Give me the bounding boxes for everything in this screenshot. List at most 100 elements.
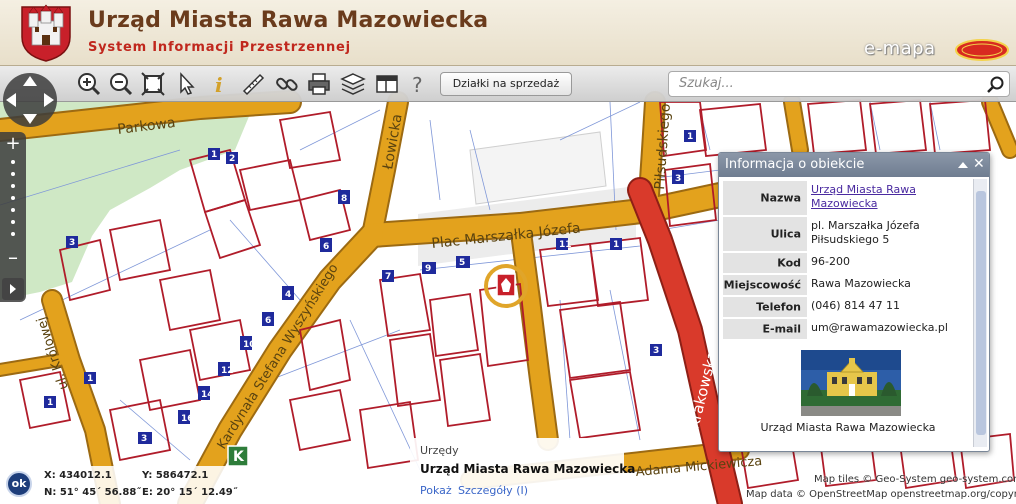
- panel-toggle-button[interactable]: [2, 278, 24, 300]
- svg-text:3: 3: [69, 238, 75, 248]
- info-value: (046) 814 47 11: [811, 299, 901, 312]
- coord-x: X: 434012.1: [44, 470, 112, 481]
- layout-icon[interactable]: [374, 71, 400, 97]
- svg-text:6: 6: [323, 242, 329, 252]
- coord-n: N: 51° 45´ 56.88˝: [44, 487, 142, 498]
- search-input[interactable]: Szukaj...: [679, 76, 734, 91]
- info-row-city: Miejscowość Rawa Mazowiecka: [723, 275, 973, 295]
- svg-text:12: 12: [221, 366, 234, 376]
- object-info-panel: Informacja o obiekcie ✕ Nazwa Urząd Mias…: [718, 152, 990, 452]
- svg-text:9: 9: [425, 264, 431, 274]
- photo-caption: Urząd Miasta Rawa Mazowiecka: [760, 421, 936, 434]
- pan-control[interactable]: [2, 68, 58, 132]
- city-crest-icon: [21, 4, 71, 62]
- zoom-slider[interactable]: + –: [0, 132, 26, 302]
- full-extent-icon[interactable]: [140, 71, 166, 97]
- svg-text:8: 8: [341, 194, 347, 204]
- chevron-right-icon: [10, 284, 16, 294]
- svg-text:14: 14: [201, 390, 214, 400]
- info-row-street: Ulica pl. Marszałka Józefa Piłsudskiego …: [723, 217, 973, 251]
- info-row-postcode: Kod 96-200: [723, 253, 973, 273]
- tooltip-show-link[interactable]: Pokaż: [420, 484, 452, 497]
- info-icon[interactable]: i: [206, 71, 232, 97]
- info-row-phone: Telefon (046) 814 47 11: [723, 297, 973, 317]
- k-marker-label: K: [233, 449, 245, 465]
- svg-text:16: 16: [181, 414, 194, 424]
- select-arrow-icon[interactable]: [174, 71, 200, 97]
- zoom-in-button[interactable]: +: [5, 135, 21, 153]
- svg-text:?: ?: [412, 73, 423, 97]
- map-attribution-tiles: Map tiles © Geo-System geo-system.com.pl: [814, 474, 1016, 485]
- zoom-in-icon[interactable]: [76, 71, 102, 97]
- info-value: um@rawamazowiecka.pl: [811, 321, 948, 334]
- info-panel-header[interactable]: Informacja o obiekcie ✕: [719, 153, 989, 177]
- info-value: pl. Marszałka Józefa Piłsudskiego 5: [811, 219, 920, 246]
- info-value: Rawa Mazowiecka: [811, 277, 911, 290]
- svg-text:1: 1: [87, 374, 93, 384]
- svg-text:7: 7: [385, 272, 391, 282]
- svg-text:3: 3: [141, 434, 147, 444]
- tooltip-category: Urzędy: [420, 444, 459, 457]
- brand-logo: e-mapa: [864, 38, 936, 59]
- help-icon[interactable]: ?: [406, 71, 432, 97]
- tooltip-details-link[interactable]: Szczegóły (I): [458, 484, 528, 497]
- scrollbar-thumb[interactable]: [976, 191, 986, 435]
- layers-icon[interactable]: [340, 71, 366, 97]
- coord-y: Y: 586472.1: [142, 470, 209, 481]
- svg-text:3: 3: [675, 174, 681, 184]
- info-panel-title: Informacja o obiekcie: [725, 157, 865, 172]
- zoom-out-icon[interactable]: [108, 71, 134, 97]
- svg-text:1: 1: [613, 240, 619, 250]
- svg-text:4: 4: [285, 290, 291, 300]
- svg-text:3: 3: [653, 346, 659, 356]
- measure-ruler-icon[interactable]: [240, 71, 266, 97]
- zoom-level-dot[interactable]: [11, 184, 15, 188]
- svg-text:11: 11: [559, 240, 572, 250]
- svg-text:1: 1: [47, 398, 53, 408]
- zoom-level-dot[interactable]: [11, 160, 15, 164]
- svg-text:10: 10: [243, 340, 256, 350]
- info-key: Telefon: [756, 300, 801, 314]
- svg-text:6: 6: [265, 316, 271, 326]
- geo-system-logo-icon: [955, 39, 1009, 61]
- ok-button[interactable]: ok: [6, 471, 32, 497]
- parcels-for-sale-button[interactable]: Działki na sprzedaż: [440, 72, 572, 96]
- zoom-out-button[interactable]: –: [5, 247, 21, 267]
- coord-e: E: 20° 15´ 12.49˝: [142, 487, 238, 498]
- svg-text:2: 2: [229, 154, 235, 164]
- map-attribution-data: Map data © OpenStreetMap openstreetmap.o…: [746, 489, 1016, 500]
- info-row-name: Nazwa Urząd Miasta Rawa Mazowiecka: [723, 181, 973, 215]
- coordinate-readout: ok X: 434012.1 Y: 586472.1 N: 51° 45´ 56…: [0, 466, 238, 504]
- object-tooltip: Urzędy Urząd Miasta Rawa Mazowiecka Poka…: [410, 438, 635, 504]
- map-toolbar: i ? Działki na sprzedaż Szukaj...: [0, 66, 1016, 102]
- info-value-name-link[interactable]: Urząd Miasta Rawa Mazowiecka: [811, 183, 971, 211]
- zoom-level-dot[interactable]: [11, 196, 15, 200]
- print-icon[interactable]: [306, 71, 332, 97]
- info-key: Kod: [777, 256, 801, 270]
- zoom-level-dot[interactable]: [11, 232, 15, 236]
- zoom-level-dot[interactable]: [11, 172, 15, 176]
- search-box[interactable]: Szukaj...: [668, 71, 1010, 97]
- info-key: Miejscowość: [723, 278, 801, 292]
- app-title: Urząd Miasta Rawa Mazowiecka: [88, 8, 489, 33]
- info-panel-scrollbar[interactable]: [973, 179, 987, 447]
- info-panel-body: Nazwa Urząd Miasta Rawa Mazowiecka Ulica…: [723, 181, 973, 449]
- street-label-wyszynskiego: Kardynała Stefana Wyszyńskiego: [215, 261, 342, 452]
- app-window: Urząd Miasta Rawa Mazowiecka System Info…: [0, 0, 1016, 504]
- house-number: 1: [211, 150, 217, 160]
- info-row-email: E-mail um@rawamazowiecka.pl: [723, 319, 973, 339]
- collapse-icon[interactable]: [957, 159, 969, 171]
- header: Urząd Miasta Rawa Mazowiecka System Info…: [0, 0, 1016, 66]
- info-key: Ulica: [770, 227, 801, 241]
- svg-text:1: 1: [687, 132, 693, 142]
- search-icon[interactable]: [985, 75, 1005, 95]
- svg-text:i: i: [215, 73, 223, 97]
- town-hall-photo[interactable]: [801, 350, 901, 416]
- info-key: Nazwa: [760, 191, 801, 205]
- info-key: E-mail: [762, 322, 801, 336]
- link-icon[interactable]: [274, 71, 300, 97]
- close-icon[interactable]: ✕: [973, 157, 987, 171]
- zoom-level-dot[interactable]: [11, 208, 15, 212]
- zoom-level-dot[interactable]: [11, 220, 15, 224]
- svg-text:5: 5: [459, 258, 465, 268]
